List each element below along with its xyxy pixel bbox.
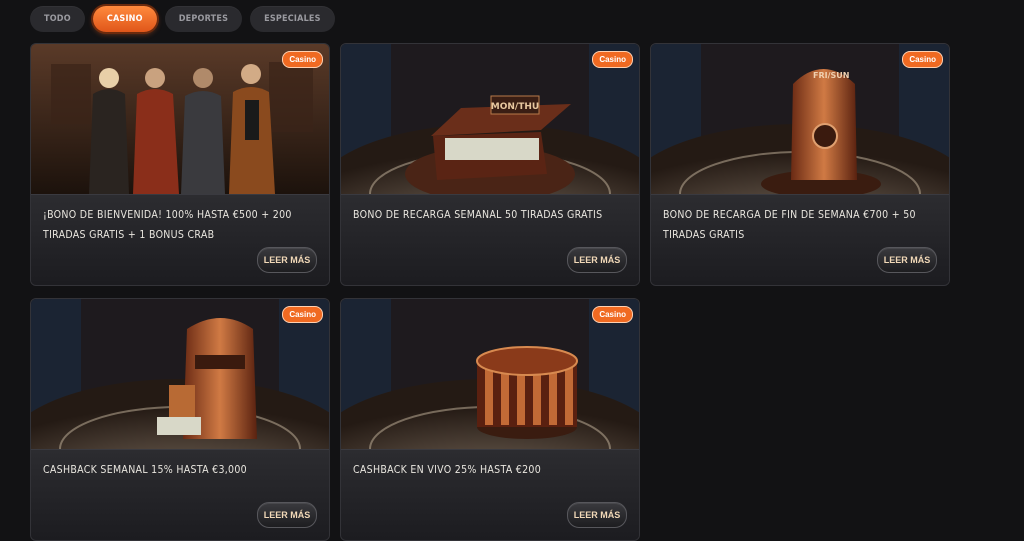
promo-card-welcome[interactable]: Casino ¡BONO DE BIENVENIDA! 100% HASTA €… (30, 43, 330, 286)
casino-badge: Casino (592, 51, 633, 68)
promo-card-body: ¡BONO DE BIENVENIDA! 100% HASTA €500 + 2… (31, 194, 329, 285)
promo-title: ¡BONO DE BIENVENIDA! 100% HASTA €500 + 2… (43, 209, 292, 241)
read-more-button[interactable]: LEER MÁS (257, 247, 317, 273)
casino-badge: Casino (282, 51, 323, 68)
tab-deportes[interactable]: DEPORTES (164, 6, 243, 32)
category-tabs: TODO CASINO DEPORTES ESPECIALES (30, 6, 335, 32)
promo-image-slot-machine: Casino (31, 299, 329, 449)
read-more-button[interactable]: LEER MÁS (257, 502, 317, 528)
casino-badge: Casino (592, 306, 633, 323)
casino-badge: Casino (282, 306, 323, 323)
tab-casino[interactable]: CASINO (92, 6, 157, 32)
promotions-grid: Casino ¡BONO DE BIENVENIDA! 100% HASTA €… (30, 43, 950, 541)
promo-card-weekend-reload[interactable]: FRI/SUN Casino BONO DE RECARGA DE FIN DE… (650, 43, 950, 286)
read-more-button[interactable]: LEER MÁS (877, 247, 937, 273)
promo-title: BONO DE RECARGA SEMANAL 50 TIRADAS GRATI… (353, 209, 603, 221)
promo-card-body: BONO DE RECARGA DE FIN DE SEMANA €700 + … (651, 194, 949, 285)
promo-title: BONO DE RECARGA DE FIN DE SEMANA €700 + … (663, 209, 916, 241)
read-more-button[interactable]: LEER MÁS (567, 247, 627, 273)
promo-card-live-cashback[interactable]: Casino CASHBACK EN VIVO 25% HASTA €200 L… (340, 298, 640, 541)
promo-title: CASHBACK SEMANAL 15% HASTA €3,000 (43, 464, 247, 476)
promo-card-weekly-reload[interactable]: MON/THU Casino BONO DE RECARGA SEMANAL 5… (340, 43, 640, 286)
safe-label: FRI/SUN (813, 71, 849, 80)
promo-image-briefcase: MON/THU Casino (341, 44, 639, 194)
tab-todo[interactable]: TODO (30, 6, 85, 32)
promo-card-body: BONO DE RECARGA SEMANAL 50 TIRADAS GRATI… (341, 194, 639, 285)
promo-title: CASHBACK EN VIVO 25% HASTA €200 (353, 464, 541, 476)
briefcase-label: MON/THU (491, 102, 539, 112)
promo-card-body: CASHBACK EN VIVO 25% HASTA €200 LEER MÁS (341, 449, 639, 540)
promo-image-safe: FRI/SUN Casino (651, 44, 949, 194)
promo-card-body: CASHBACK SEMANAL 15% HASTA €3,000 LEER M… (31, 449, 329, 540)
promo-card-weekly-cashback[interactable]: Casino CASHBACK SEMANAL 15% HASTA €3,000… (30, 298, 330, 541)
tab-especiales[interactable]: ESPECIALES (250, 6, 335, 32)
casino-badge: Casino (902, 51, 943, 68)
promo-image-money-drum: Casino (341, 299, 639, 449)
promo-image-welcome: Casino (31, 44, 329, 194)
read-more-button[interactable]: LEER MÁS (567, 502, 627, 528)
